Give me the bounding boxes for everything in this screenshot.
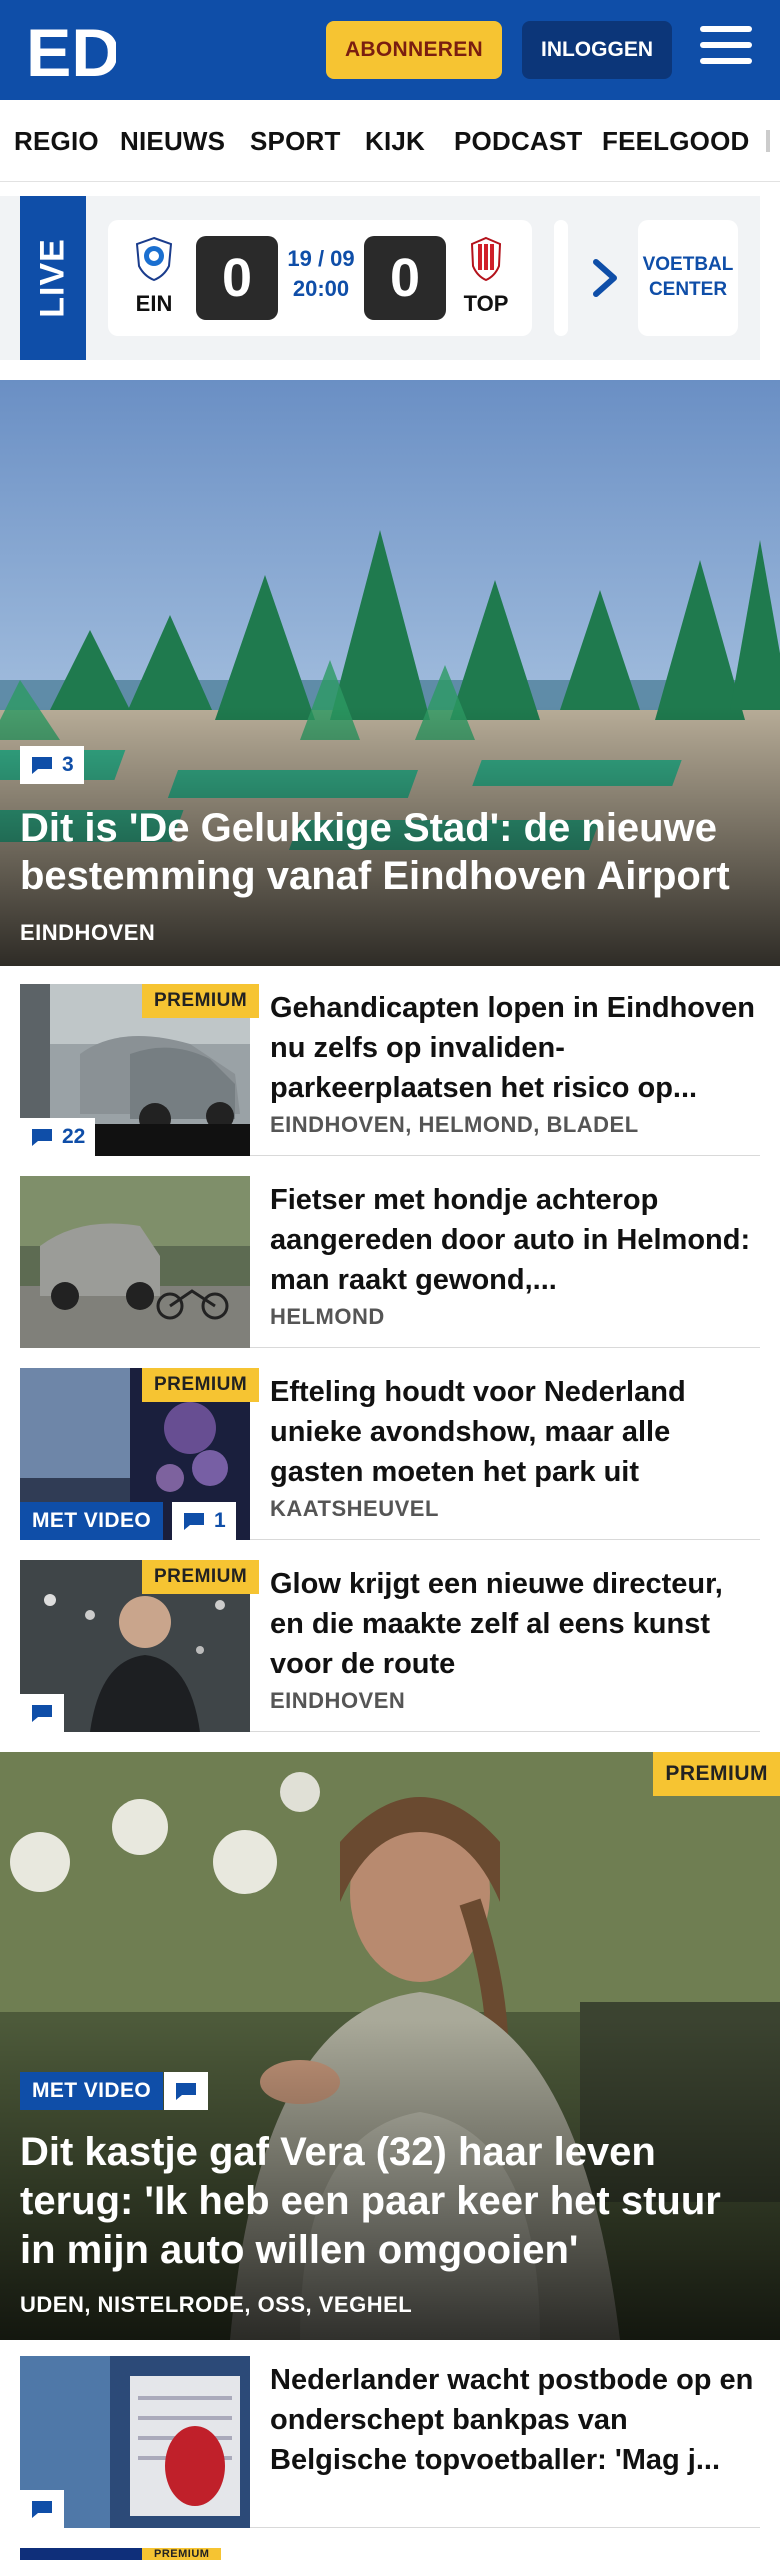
match-card[interactable]: EIN 0 19 / 09 20:00 0 TOP <box>108 220 532 336</box>
premium-badge: PREMIUM <box>142 2548 222 2560</box>
article-row[interactable]: PREMIUM 22 Gehandicapten lopen in Eindho… <box>20 984 760 1156</box>
live-badge: LIVE <box>20 196 86 360</box>
comment-icon <box>32 1705 52 1722</box>
feature-article[interactable]: PREMIUM MET VIDEO Dit kastje gaf Vera (3… <box>0 1752 780 2340</box>
chevron-right-icon[interactable] <box>588 256 622 300</box>
comment-icon <box>32 1129 52 1146</box>
article-row[interactable]: Nederlander wacht postbode op en ondersc… <box>20 2356 760 2528</box>
article-location: EINDHOVEN <box>270 1688 406 1713</box>
feature-title[interactable]: Dit kastje gaf Vera (32) haar leven teru… <box>20 2128 760 2275</box>
premium-badge: PREMIUM <box>142 1560 260 1594</box>
article-row[interactable]: PREMIUM MET VIDEO 1 Efteling houdt voor … <box>20 1368 760 1540</box>
nav-item-feelgood[interactable]: FEELGOOD <box>602 126 750 157</box>
nav-item-podcast[interactable]: PODCAST <box>454 126 583 157</box>
live-scores: LIVE EIN 0 19 / 09 20:00 0 TOP VOETBAL C… <box>0 196 760 360</box>
next-match-card-edge[interactable] <box>554 220 568 336</box>
feature-comment-count[interactable] <box>164 2072 208 2110</box>
comment-icon <box>32 2501 52 2518</box>
nav-item-nieuws[interactable]: NIEUWS <box>120 126 225 157</box>
article-title[interactable]: Glow krijgt een nieuwe directeur, en die… <box>270 1564 760 1684</box>
home-score: 0 <box>196 236 278 320</box>
article-row[interactable]: Fietser met hondje achterop aangereden d… <box>20 1176 760 1348</box>
premium-badge: PREMIUM <box>653 1752 780 1796</box>
comment-icon <box>32 757 52 774</box>
article-comment-count[interactable]: 22 <box>20 1118 96 1156</box>
psv-crest-icon <box>135 236 173 282</box>
premium-badge: PREMIUM <box>142 984 260 1018</box>
nav-item-kijk[interactable]: KIJK <box>365 126 425 157</box>
svg-text:ED: ED <box>26 18 116 82</box>
article-location: HELMOND <box>270 1304 385 1329</box>
menu-icon[interactable] <box>700 26 752 72</box>
article-location: KAATSHEUVEL <box>270 1496 439 1521</box>
video-badge[interactable]: MET VIDEO <box>20 2072 164 2110</box>
article-thumbnail <box>20 1176 250 1348</box>
nav-overflow-edge <box>766 130 770 152</box>
nav-item-regio[interactable]: REGIO <box>14 126 99 157</box>
article-comment-count[interactable] <box>20 2490 64 2528</box>
match-datetime: 19 / 09 20:00 <box>287 246 355 301</box>
ed-logo[interactable]: ED <box>26 18 116 82</box>
article-title[interactable]: Nederlander wacht postbode op en ondersc… <box>270 2360 760 2480</box>
premium-badge: PREMIUM <box>142 1368 260 1402</box>
away-team: TOP <box>456 236 516 317</box>
comment-icon <box>176 2083 196 2100</box>
nav-item-sport[interactable]: SPORT <box>250 126 341 157</box>
voetbal-center-link[interactable]: VOETBAL CENTER <box>638 220 738 336</box>
away-score: 0 <box>364 236 446 320</box>
login-button[interactable]: INLOGGEN <box>522 21 672 79</box>
comment-icon <box>184 1513 204 1530</box>
video-badge[interactable]: MET VIDEO <box>20 1502 164 1540</box>
article-title[interactable]: Gehandicapten lopen in Eindhoven nu zelf… <box>270 988 760 1108</box>
home-team: EIN <box>124 236 184 317</box>
article-comment-count[interactable]: 1 <box>172 1502 236 1540</box>
article-location: EINDHOVEN, HELMOND, BLADEL <box>270 1112 639 1137</box>
article-title[interactable]: Efteling houdt voor Nederland unieke avo… <box>270 1372 760 1492</box>
hero-title[interactable]: Dit is 'De Gelukkige Stad': de nieuwe be… <box>20 804 760 900</box>
hero-article[interactable]: 3 Dit is 'De Gelukkige Stad': de nieuwe … <box>0 380 780 966</box>
hero-comment-count[interactable]: 3 <box>20 746 84 784</box>
article-row[interactable]: PREMIUM Glow krijgt een nieuwe directeur… <box>20 1560 760 1732</box>
subscribe-button[interactable]: ABONNEREN <box>326 21 502 79</box>
top-oss-crest-icon <box>470 236 502 282</box>
next-article-thumbnail-edge <box>20 2548 142 2560</box>
feature-location: UDEN, NISTELRODE, OSS, VEGHEL <box>20 2292 413 2317</box>
article-title[interactable]: Fietser met hondje achterop aangereden d… <box>270 1180 760 1300</box>
main-nav: REGIO NIEUWS SPORT KIJK PODCAST FEELGOOD <box>0 100 780 182</box>
article-comment-count[interactable] <box>20 1694 64 1732</box>
hero-location: EINDHOVEN <box>20 920 156 945</box>
site-header: ED ABONNEREN INLOGGEN <box>0 0 780 100</box>
